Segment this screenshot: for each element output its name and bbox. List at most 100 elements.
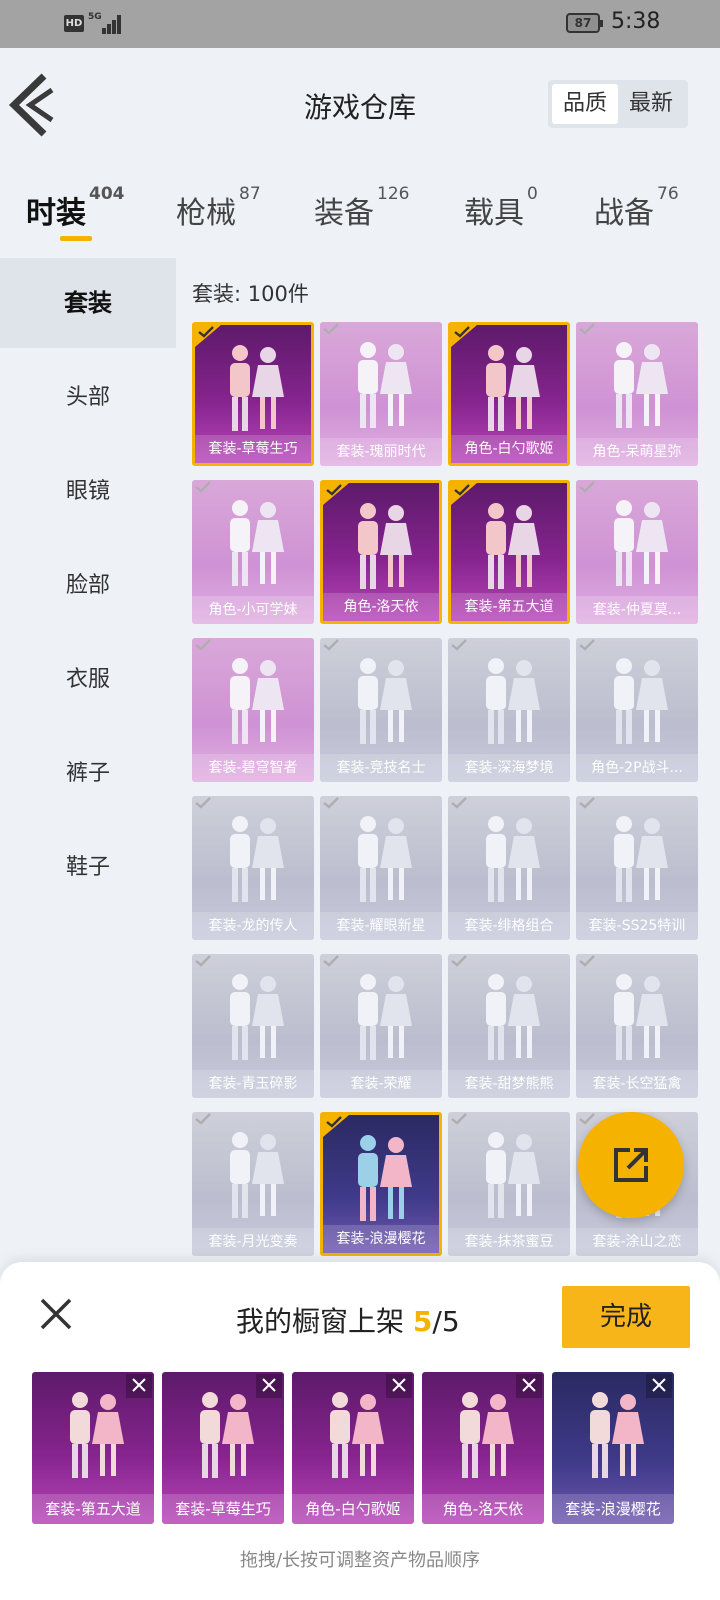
- sidebar-item-clothes[interactable]: 衣服: [0, 660, 176, 700]
- select-check-icon[interactable]: [448, 954, 474, 976]
- tab-guns[interactable]: 枪械87: [176, 184, 261, 231]
- item-name: 套装-耀眼新星: [320, 912, 442, 940]
- outfit-figure-icon: [614, 342, 668, 428]
- remove-slot-button[interactable]: [516, 1374, 542, 1398]
- select-check-icon[interactable]: [320, 322, 346, 344]
- item-card[interactable]: 套装-浪漫樱花: [320, 1112, 442, 1256]
- battery-icon: 87: [566, 13, 603, 33]
- slot-name: 角色-白勺歌姬: [292, 1494, 414, 1524]
- outfit-figure-icon: [358, 503, 412, 589]
- slot-name: 套装-浪漫樱花: [552, 1494, 674, 1524]
- select-check-icon[interactable]: [576, 954, 602, 976]
- item-card[interactable]: 套装-绯格组合: [448, 796, 570, 940]
- item-card[interactable]: 套装-甜梦熊熊: [448, 954, 570, 1098]
- select-check-icon[interactable]: [448, 1112, 474, 1134]
- item-name: 套装-深海梦境: [448, 754, 570, 782]
- select-check-icon[interactable]: [576, 638, 602, 660]
- item-name: 套装-瑰丽时代: [320, 438, 442, 466]
- item-name: 套装-第五大道: [451, 593, 567, 621]
- item-name: 套装-仲夏莫...: [576, 596, 698, 624]
- item-card[interactable]: 角色-呆萌星弥: [576, 322, 698, 466]
- item-name: 角色-2P战斗...: [576, 754, 698, 782]
- remove-slot-button[interactable]: [256, 1374, 282, 1398]
- done-button[interactable]: 完成: [562, 1286, 690, 1348]
- select-check-icon[interactable]: [192, 1112, 218, 1134]
- select-check-icon[interactable]: [192, 638, 218, 660]
- sidebar-item-shoes[interactable]: 鞋子: [0, 848, 176, 888]
- close-icon: [262, 1378, 276, 1392]
- item-card[interactable]: 角色-洛天依: [320, 480, 442, 624]
- slot-name: 套装-第五大道: [32, 1494, 154, 1524]
- sidebar-item-glasses[interactable]: 眼镜: [0, 472, 176, 512]
- share-button[interactable]: [578, 1112, 684, 1218]
- outfit-figure-icon: [358, 658, 412, 744]
- item-card[interactable]: 套装-竞技名士: [320, 638, 442, 782]
- outfit-figure-icon: [614, 974, 668, 1060]
- select-check-icon[interactable]: [576, 322, 602, 344]
- tab-equipment[interactable]: 装备126: [314, 184, 409, 231]
- item-card[interactable]: 套装-耀眼新星: [320, 796, 442, 940]
- showcase-separator: /: [432, 1305, 442, 1338]
- showcase-slot[interactable]: 角色-洛天依: [422, 1372, 544, 1524]
- item-card[interactable]: 套装-龙的传人: [192, 796, 314, 940]
- select-check-icon[interactable]: [320, 954, 346, 976]
- select-check-icon[interactable]: [192, 796, 218, 818]
- tab-count: 87: [239, 184, 261, 204]
- select-check-icon[interactable]: [320, 796, 346, 818]
- item-card[interactable]: 套装-青玉碎影: [192, 954, 314, 1098]
- showcase-slot[interactable]: 角色-白勺歌姬: [292, 1372, 414, 1524]
- item-name: 套装-青玉碎影: [192, 1070, 314, 1098]
- select-check-icon[interactable]: [192, 480, 218, 502]
- remove-slot-button[interactable]: [646, 1374, 672, 1398]
- close-icon[interactable]: [38, 1296, 74, 1332]
- select-check-icon[interactable]: [320, 638, 346, 660]
- remove-slot-button[interactable]: [386, 1374, 412, 1398]
- remove-slot-button[interactable]: [126, 1374, 152, 1398]
- outfit-figure-icon: [230, 500, 284, 586]
- sort-quality-button[interactable]: 品质: [552, 84, 618, 124]
- sidebar-item-suits[interactable]: 套装: [0, 258, 176, 348]
- tab-label: 载具: [464, 196, 524, 231]
- outfit-figure-icon: [358, 342, 412, 428]
- sort-latest-button[interactable]: 最新: [618, 84, 684, 124]
- item-name: 套装-绯格组合: [448, 912, 570, 940]
- tab-vehicles[interactable]: 载具0: [464, 184, 538, 231]
- outfit-figure-icon: [486, 345, 540, 431]
- item-card[interactable]: 角色-2P战斗...: [576, 638, 698, 782]
- item-card[interactable]: 套装-第五大道: [448, 480, 570, 624]
- item-card[interactable]: 套装-深海梦境: [448, 638, 570, 782]
- item-name: 套装-甜梦熊熊: [448, 1070, 570, 1098]
- select-check-icon[interactable]: [576, 796, 602, 818]
- outfit-figure-icon: [358, 1135, 412, 1221]
- showcase-slot[interactable]: 套装-浪漫樱花: [552, 1372, 674, 1524]
- sidebar-item-head[interactable]: 头部: [0, 378, 176, 418]
- tab-supplies[interactable]: 战备76: [594, 184, 679, 231]
- item-card[interactable]: 套装-瑰丽时代: [320, 322, 442, 466]
- showcase-slot[interactable]: 套装-第五大道: [32, 1372, 154, 1524]
- item-card[interactable]: 角色-小可学妹: [192, 480, 314, 624]
- item-card[interactable]: 套装-SS25特训: [576, 796, 698, 940]
- item-card[interactable]: 套装-仲夏莫...: [576, 480, 698, 624]
- item-name: 套装-抹茶蜜豆: [448, 1228, 570, 1256]
- item-card[interactable]: 套装-抹茶蜜豆: [448, 1112, 570, 1256]
- item-card[interactable]: 角色-白勺歌姬: [448, 322, 570, 466]
- select-check-icon[interactable]: [192, 954, 218, 976]
- showcase-slot[interactable]: 套装-草莓生巧: [162, 1372, 284, 1524]
- tab-fashion[interactable]: 时装404: [26, 184, 125, 231]
- select-check-icon[interactable]: [448, 638, 474, 660]
- item-card[interactable]: 套装-草莓生巧: [192, 322, 314, 466]
- select-check-icon[interactable]: [448, 796, 474, 818]
- outfit-figure-icon: [486, 658, 540, 744]
- item-card[interactable]: 套装-荣耀: [320, 954, 442, 1098]
- sidebar-item-face[interactable]: 脸部: [0, 566, 176, 606]
- item-name: 套装-竞技名士: [320, 754, 442, 782]
- item-card[interactable]: 套装-碧穹智者: [192, 638, 314, 782]
- select-check-icon[interactable]: [576, 480, 602, 502]
- tab-count: 76: [657, 184, 679, 204]
- sidebar: 套装 头部 眼镜 脸部 衣服 裤子 鞋子: [0, 258, 176, 1258]
- item-card[interactable]: 套装-月光变奏: [192, 1112, 314, 1256]
- item-name: 套装-荣耀: [320, 1070, 442, 1098]
- sidebar-item-pants[interactable]: 裤子: [0, 754, 176, 794]
- outfit-figure-icon: [590, 1392, 644, 1478]
- item-card[interactable]: 套装-长空猛禽: [576, 954, 698, 1098]
